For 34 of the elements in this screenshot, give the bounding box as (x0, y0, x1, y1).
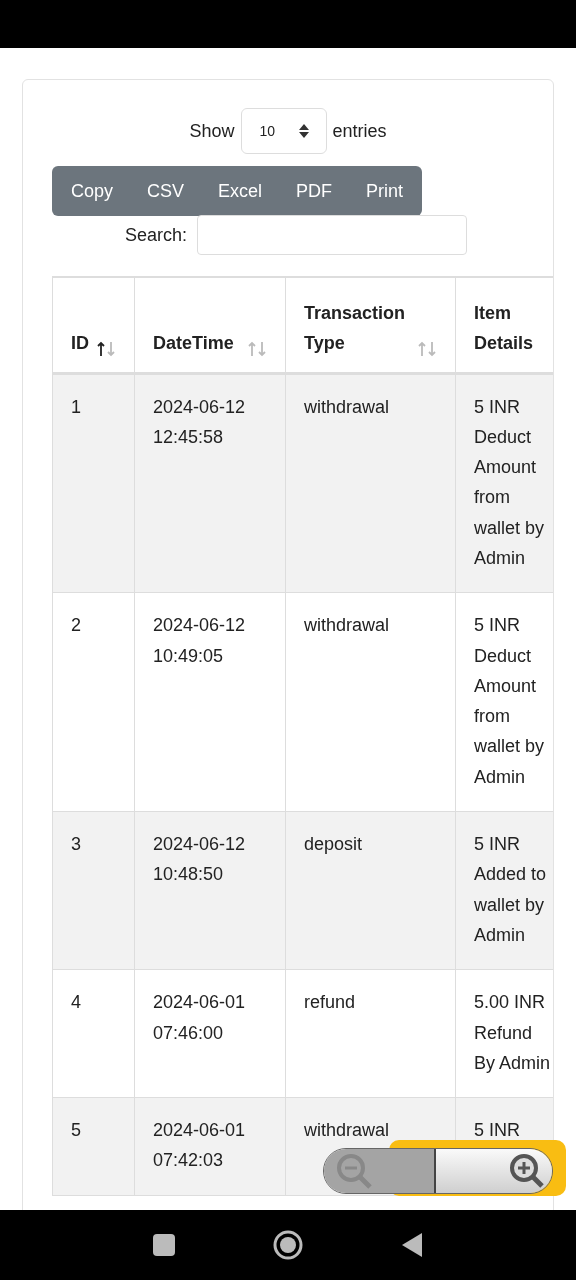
export-button[interactable]: Print (349, 166, 421, 216)
table-cell: deposit (285, 811, 456, 970)
table-cell: withdrawal (285, 592, 456, 812)
table-cell: withdrawal (285, 373, 456, 593)
table-cell: 1 (52, 373, 135, 593)
export-button[interactable]: Excel (201, 166, 280, 216)
entries-label: entries (332, 119, 387, 143)
column-header[interactable]: DateTime (134, 277, 286, 373)
back-icon[interactable] (401, 1232, 423, 1258)
table-cell: 2 (52, 592, 135, 812)
table-cell: 2024-06-12 10:49:05 (134, 592, 286, 812)
export-button[interactable]: CSV (130, 166, 202, 216)
export-button[interactable]: Copy (54, 166, 131, 216)
column-header[interactable]: Item Details (455, 277, 553, 373)
table-cell: 3 (52, 811, 135, 970)
column-header[interactable]: Transaction Type (285, 277, 456, 373)
show-label: Show (189, 119, 235, 143)
search-field[interactable] (197, 215, 468, 255)
table-cell: refund (285, 969, 456, 1098)
select-arrows-icon (297, 123, 310, 139)
table-cell: 2024-06-01 07:46:00 (134, 969, 286, 1098)
table-cell: 2024-06-01 07:42:03 (134, 1097, 286, 1196)
home-icon[interactable] (273, 1230, 303, 1260)
table-cell: 5 (52, 1097, 135, 1196)
table-cell: 4 (52, 969, 135, 1098)
sort-icon[interactable] (96, 339, 116, 358)
entries-select[interactable]: 10 (240, 108, 327, 154)
column-header[interactable]: ID (52, 277, 135, 373)
table-cell: 2024-06-12 12:45:58 (134, 373, 286, 593)
search-label: Search: (125, 223, 188, 247)
zoom-control[interactable] (323, 1138, 566, 1198)
table-cell: 2024-06-12 10:48:50 (134, 811, 286, 970)
recents-icon[interactable] (153, 1234, 175, 1256)
export-button[interactable]: PDF (279, 166, 350, 216)
